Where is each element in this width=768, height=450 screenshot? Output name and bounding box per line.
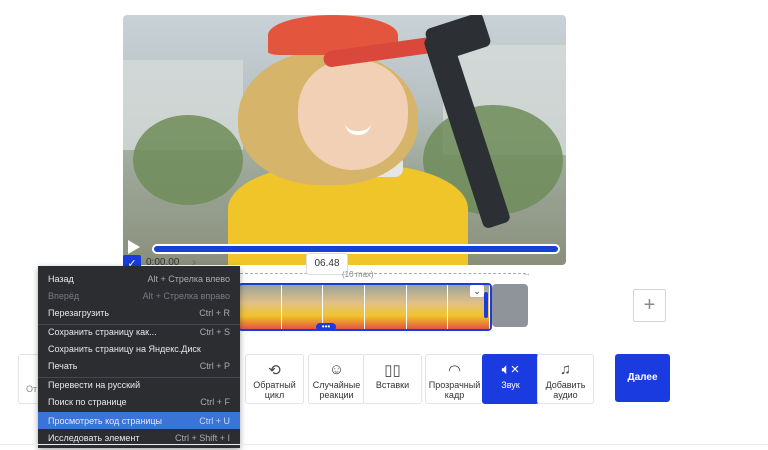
ghost-icon: ◠ (447, 362, 462, 379)
tool-transparent-frame[interactable]: ◠ Прозрачный кадр (425, 354, 484, 404)
speaker-mute-icon: 🔈︎× (501, 361, 520, 378)
menu-item-print[interactable]: Печать Ctrl + P (38, 357, 240, 374)
tool-random-reactions[interactable]: ☺ Случайные реакции (308, 354, 365, 404)
menu-item-reload[interactable]: Перезагрузить Ctrl + R (38, 304, 240, 321)
menu-item-forward: Вперёд Alt + Стрелка вправо (38, 287, 240, 304)
menu-item-label: Перезагрузить (48, 308, 110, 318)
chevron-down-icon[interactable]: ⌄ (470, 285, 484, 297)
next-button[interactable]: Далее (615, 354, 670, 402)
tool-label: Звук (501, 380, 520, 390)
inserts-icon: ▯▯ (384, 362, 401, 379)
film-frame (365, 285, 407, 329)
duration-line (240, 273, 526, 274)
menu-item-shortcut: Ctrl + R (199, 308, 230, 318)
video-progress-bar[interactable] (152, 244, 560, 254)
menu-item-shortcut: Ctrl + U (199, 416, 230, 426)
menu-item-shortcut: Ctrl + Shift + I (174, 433, 230, 443)
film-frame (281, 285, 324, 329)
menu-item-find[interactable]: Поиск по странице Ctrl + F (38, 393, 240, 410)
video-preview[interactable] (123, 15, 566, 265)
menu-item-shortcut: Ctrl + F (200, 397, 230, 407)
menu-item-label: Сохранить страницу как... (48, 327, 157, 337)
tool-label: Случайные реакции (312, 380, 361, 400)
tool-label: Добавить аудио (545, 380, 586, 400)
context-menu: Назад Alt + Стрелка влево Вперёд Alt + С… (38, 266, 240, 448)
menu-item-label: Вперёд (48, 291, 80, 301)
filmstrip[interactable] (238, 283, 492, 331)
tool-partial-label: От (26, 384, 38, 394)
trim-handle-right[interactable] (484, 292, 488, 318)
menu-item-save-to-disk[interactable]: Сохранить страницу на Яндекс.Диск (38, 340, 240, 357)
reactions-icon: ☺ (328, 361, 345, 378)
menu-item-label: Перевести на русский (48, 380, 141, 390)
menu-item-label: Поиск по странице (48, 397, 127, 407)
film-frame (406, 285, 449, 329)
menu-item-shortcut: Alt + Стрелка вправо (142, 291, 230, 301)
drag-handle-icon[interactable]: ••• (316, 323, 336, 331)
menu-item-shortcut: Ctrl + P (199, 361, 230, 371)
tool-label: Вставки (375, 380, 410, 390)
menu-item-shortcut: Ctrl + S (199, 327, 230, 337)
tool-label: Обратный цикл (253, 380, 296, 400)
menu-item-save-page[interactable]: Сохранить страницу как... Ctrl + S (38, 323, 240, 340)
reverse-loop-icon: ⟲ (268, 362, 281, 379)
menu-item-label: Просмотреть код страницы (48, 416, 162, 426)
tool-sound[interactable]: 🔈︎× Звук (482, 354, 539, 404)
add-clip-button[interactable]: + (633, 289, 666, 322)
divider (0, 444, 768, 445)
arrow-right-icon: → (522, 268, 531, 278)
film-frame (240, 285, 282, 329)
menu-item-label: Сохранить страницу на Яндекс.Диск (48, 344, 201, 354)
max-duration-label: (10 max) (342, 270, 374, 279)
play-icon[interactable] (128, 240, 140, 254)
menu-item-label: Печать (48, 361, 78, 371)
tool-inserts[interactable]: ▯▯ Вставки (363, 354, 422, 404)
menu-item-back[interactable]: Назад Alt + Стрелка влево (38, 270, 240, 287)
clip-thumbnail[interactable] (492, 284, 528, 327)
menu-item-label: Исследовать элемент (48, 433, 140, 443)
menu-item-translate[interactable]: Перевести на русский (38, 376, 240, 393)
music-note-icon: ♫ (559, 361, 572, 378)
tool-add-audio[interactable]: ♫ Добавить аудио (537, 354, 594, 404)
tool-reverse-loop[interactable]: ⟲ Обратный цикл (245, 354, 304, 404)
menu-item-label: Назад (48, 274, 74, 284)
tool-label: Прозрачный кадр (428, 380, 481, 400)
menu-item-shortcut: Alt + Стрелка влево (147, 274, 230, 284)
menu-item-view-source[interactable]: Просмотреть код страницы Ctrl + U (38, 412, 240, 429)
